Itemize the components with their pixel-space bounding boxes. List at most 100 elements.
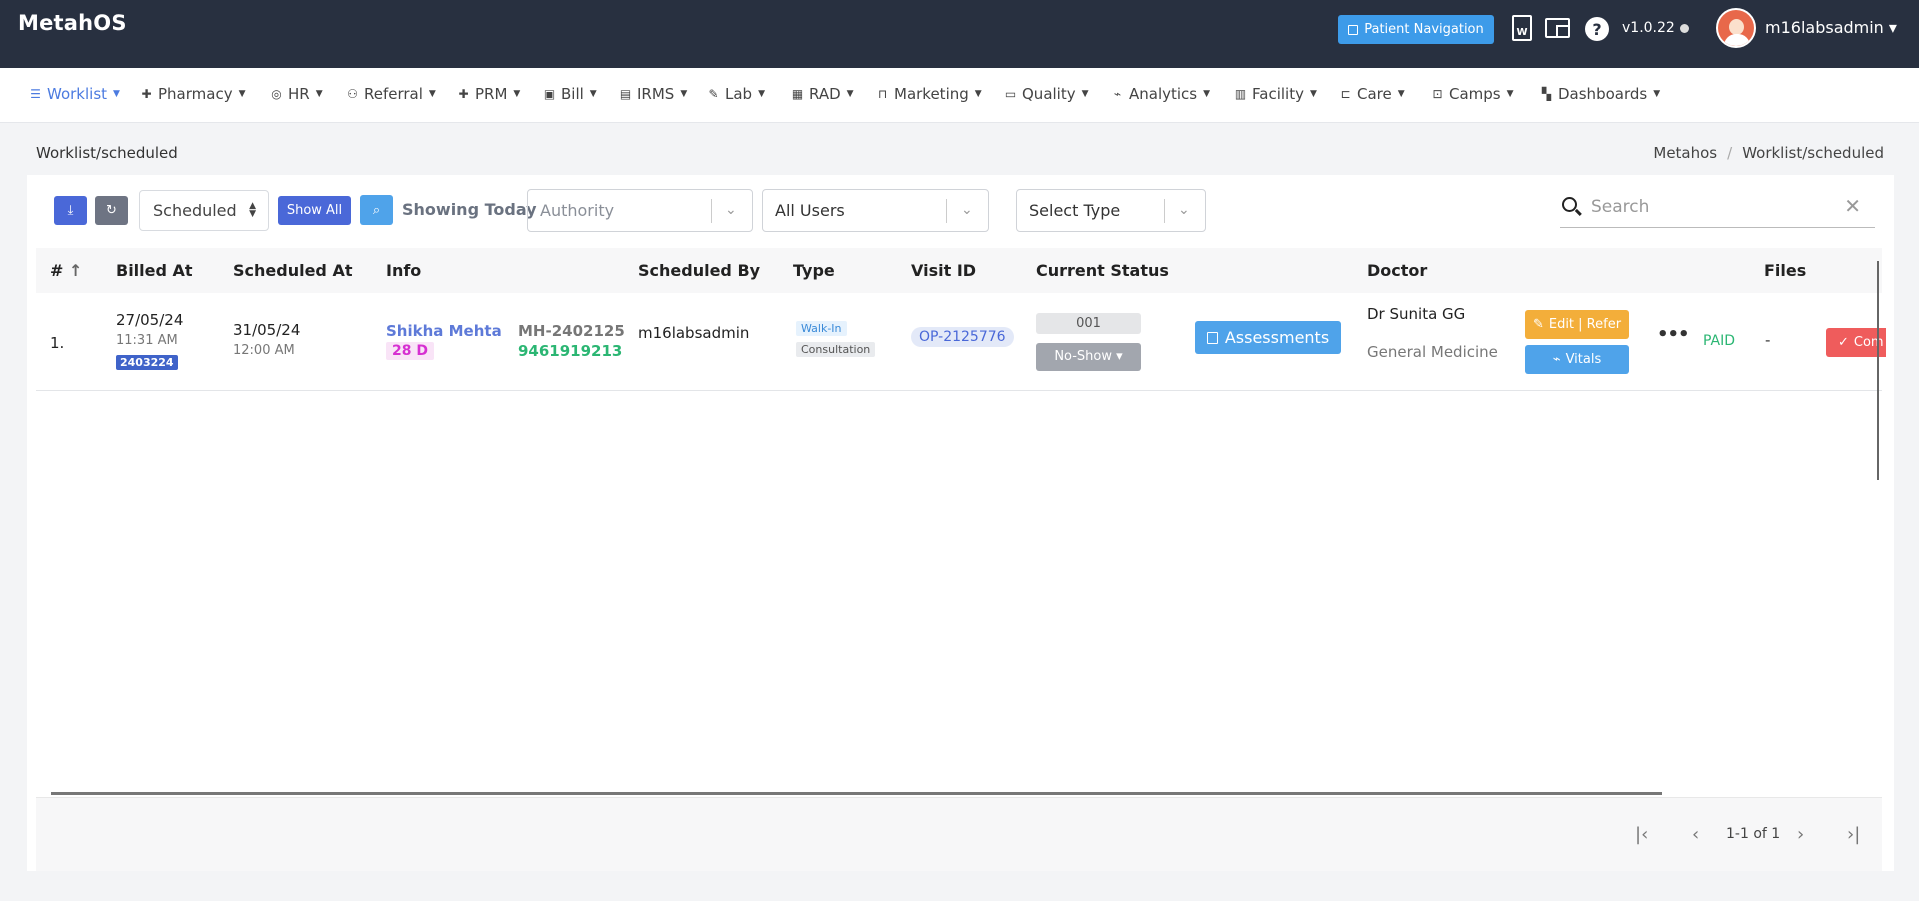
avatar[interactable]: [1716, 8, 1756, 48]
search-button[interactable]: ⌕: [360, 195, 393, 225]
list-icon: ☰: [30, 87, 41, 101]
users-value: All Users: [775, 201, 845, 220]
plus-icon: ✚: [458, 87, 469, 101]
help-icon[interactable]: ?: [1585, 17, 1609, 41]
billed-date: 27/05/24: [116, 311, 184, 329]
search-field: ✕: [1560, 188, 1875, 228]
plus-icon: ✚: [141, 87, 152, 101]
files-value: -: [1765, 331, 1771, 349]
user-menu[interactable]: m16labsadmin ▾: [1765, 18, 1897, 37]
more-options-icon[interactable]: •••: [1657, 324, 1690, 345]
bag-icon: ⊓: [877, 87, 888, 101]
app-logo[interactable]: MetahOS: [18, 11, 127, 35]
row-number: 1.: [50, 334, 65, 352]
table-row[interactable]: 1. 27/05/24 11:31 AM 2403224 31/05/24 12…: [36, 293, 1886, 391]
nav-care[interactable]: ⊏ Care ▼: [1339, 85, 1404, 103]
nav-camps[interactable]: ⊡ Camps ▼: [1431, 85, 1513, 103]
search-icon: [1562, 197, 1577, 212]
building-icon: ▥: [1234, 87, 1247, 101]
status-filter-value: Scheduled: [153, 201, 237, 220]
show-all-button[interactable]: Show All: [278, 196, 351, 225]
showing-today-label: Showing Today: [402, 200, 537, 219]
col-doctor[interactable]: Doctor: [1367, 261, 1427, 280]
breadcrumb-current: Worklist/scheduled: [1742, 144, 1884, 162]
briefcase-icon: ⊡: [1432, 87, 1443, 101]
refresh-button[interactable]: ↻: [95, 196, 128, 225]
page-title: Worklist/scheduled: [36, 144, 178, 162]
status-dropdown[interactable]: No-Show ▾: [1036, 343, 1141, 371]
consultation-tag: Consultation: [796, 342, 876, 357]
nav-facility[interactable]: ▥ Facility ▼: [1234, 85, 1317, 103]
edit-refer-button[interactable]: ✎ Edit | Refer: [1525, 310, 1629, 339]
word-document-icon[interactable]: W: [1512, 15, 1532, 41]
assessments-button[interactable]: Assessments: [1195, 321, 1341, 354]
patient-age-badge: 28 D: [386, 342, 434, 360]
type-select[interactable]: Select Type ⌄: [1016, 189, 1206, 232]
navigation-icon: [1348, 24, 1359, 35]
scheduled-date: 31/05/24: [233, 321, 301, 339]
table-header: # ↑ Billed At Scheduled At Info Schedule…: [36, 248, 1882, 293]
authority-select[interactable]: Authority ⌄: [527, 189, 753, 232]
nav-prm[interactable]: ✚ PRM ▼: [457, 85, 520, 103]
breadcrumb-root[interactable]: Metahos: [1653, 144, 1717, 162]
patient-navigation-label: Patient Navigation: [1364, 22, 1484, 37]
nav-dashboards[interactable]: ▚ Dashboards ▼: [1540, 85, 1660, 103]
nav-bill[interactable]: ▣ Bill ▼: [543, 85, 597, 103]
nav-quality[interactable]: ▭ Quality ▼: [1004, 85, 1089, 103]
next-page-icon[interactable]: ›: [1797, 824, 1804, 845]
main-nav: ☰ Worklist ▼ ✚ Pharmacy ▼ ◎ HR ▼ ⚇ Referral ▼ ✚ P…: [0, 68, 1919, 123]
bill-id-badge[interactable]: 2403224: [116, 355, 178, 370]
nav-lab[interactable]: ✎ Lab ▼: [707, 85, 765, 103]
col-current-status[interactable]: Current Status: [1036, 261, 1169, 280]
nav-pharmacy[interactable]: ✚ Pharmacy ▼: [140, 85, 245, 103]
nav-referral[interactable]: ⚇ Referral ▼: [346, 85, 436, 103]
complete-label: Com: [1853, 335, 1884, 350]
type-placeholder: Select Type: [1029, 201, 1121, 220]
film-icon: ▦: [791, 87, 804, 101]
status-filter-select[interactable]: Scheduled ▲ ▼: [139, 190, 269, 231]
patient-navigation-button[interactable]: Patient Navigation: [1338, 15, 1494, 44]
col-billed-at[interactable]: Billed At: [116, 261, 193, 280]
nav-analytics[interactable]: ⌁ Analytics ▼: [1111, 85, 1210, 103]
doctor-department: General Medicine: [1367, 343, 1498, 361]
walk-in-tag: Walk-In: [796, 321, 847, 336]
prev-page-icon[interactable]: ‹: [1692, 824, 1699, 845]
close-icon[interactable]: ✕: [1844, 194, 1861, 218]
nav-irms[interactable]: ▤ IRMS ▼: [619, 85, 687, 103]
pulse-icon: ⌁: [1113, 87, 1122, 101]
download-button[interactable]: ⤓: [54, 196, 87, 225]
pulse-icon: ⌁: [1552, 352, 1561, 367]
patient-name-link[interactable]: Shikha Mehta: [386, 322, 502, 340]
scheduled-by: m16labsadmin: [638, 324, 750, 342]
username-label: m16labsadmin: [1765, 18, 1884, 37]
nav-hr[interactable]: ◎ HR ▼: [270, 85, 322, 103]
vertical-scrollbar[interactable]: [1877, 261, 1879, 480]
col-number[interactable]: # ↑: [50, 261, 82, 280]
users-select[interactable]: All Users ⌄: [762, 189, 989, 232]
refresh-icon: ↻: [106, 203, 117, 218]
col-scheduled-by[interactable]: Scheduled By: [638, 261, 760, 280]
col-files[interactable]: Files: [1764, 261, 1806, 280]
window-icon[interactable]: [1545, 18, 1570, 38]
col-info[interactable]: Info: [386, 261, 421, 280]
nav-rad[interactable]: ▦ RAD ▼: [791, 85, 854, 103]
search-input[interactable]: [1591, 194, 1831, 220]
token-number: 001: [1036, 313, 1141, 334]
breadcrumb: Metahos / Worklist/scheduled: [1653, 144, 1884, 162]
last-page-icon[interactable]: ›|: [1847, 824, 1860, 845]
breadcrumb-separator: /: [1727, 144, 1733, 162]
edit-refer-label: Edit | Refer: [1548, 317, 1622, 332]
user-circle-icon: ◎: [271, 87, 282, 101]
bill-icon: ▣: [543, 87, 556, 101]
chevron-down-icon: ⌄: [1178, 202, 1190, 218]
horizontal-scrollbar[interactable]: [51, 792, 1662, 795]
calendar-icon: [1206, 331, 1218, 344]
col-type[interactable]: Type: [793, 261, 835, 280]
vitals-button[interactable]: ⌁ Vitals: [1525, 345, 1629, 374]
first-page-icon[interactable]: |‹: [1635, 824, 1648, 845]
col-scheduled-at[interactable]: Scheduled At: [233, 261, 352, 280]
nav-marketing[interactable]: ⊓ Marketing ▼: [876, 85, 982, 103]
col-visit-id[interactable]: Visit ID: [911, 261, 976, 280]
visit-id-badge[interactable]: OP-2125776: [911, 327, 1014, 347]
nav-worklist[interactable]: ☰ Worklist ▼: [29, 85, 120, 103]
